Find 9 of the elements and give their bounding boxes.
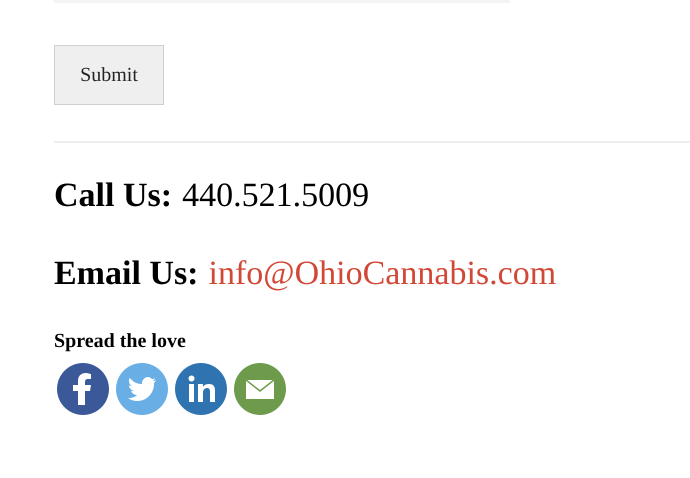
- phone-number: 440.521.5009: [182, 179, 370, 213]
- facebook-icon[interactable]: [57, 363, 109, 415]
- contact-label: Email Us:: [54, 257, 198, 291]
- contact-label: Call Us:: [54, 179, 172, 213]
- envelope-icon[interactable]: [234, 363, 286, 415]
- email-link[interactable]: info@OhioCannabis.com: [208, 257, 556, 291]
- submit-button[interactable]: Submit: [54, 45, 164, 105]
- share-heading: Spread the love: [54, 331, 186, 351]
- linkedin-icon[interactable]: [175, 363, 227, 415]
